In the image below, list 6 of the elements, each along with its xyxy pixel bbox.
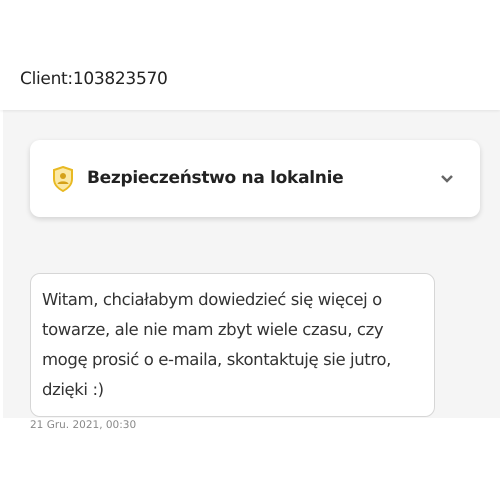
message-bubble: Witam, chciałabym dowiedzieć się więcej o towarze, ale nie mam zbyt wiele czasu, czy mogę prosić o e-maila, skontaktuję sie jutro, dzięki :) xyxy=(30,273,435,417)
client-title: Client:103823570 xyxy=(20,71,168,88)
message-timestamp: 21 Gru. 2021, 00:30 xyxy=(30,418,136,433)
accordion-header[interactable]: Bezpieczeństwo na lokalnie xyxy=(30,140,480,217)
accordion-title: Bezpieczeństwo na lokalnie xyxy=(87,166,344,190)
shield-person-icon xyxy=(52,166,74,192)
